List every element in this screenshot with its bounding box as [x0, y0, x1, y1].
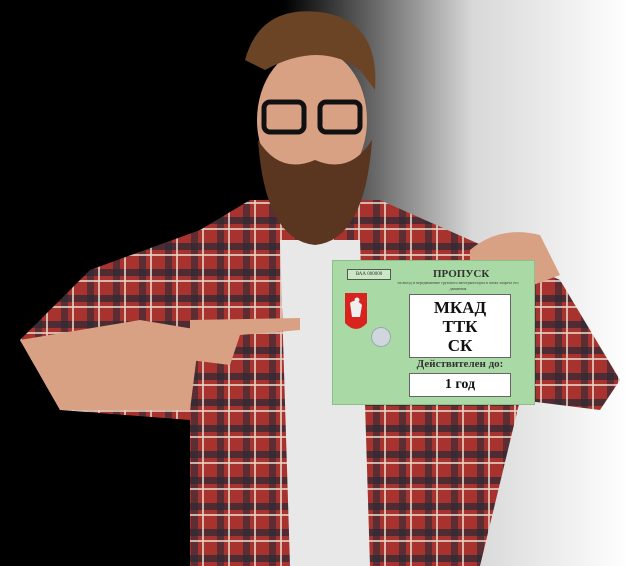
hologram-seal-icon [371, 327, 391, 347]
zone-sk: СК [447, 335, 473, 355]
valid-value: 1 год [409, 373, 511, 397]
zone-mkad: МКАД [433, 297, 487, 317]
zones-box: МКАД ТТК СК [409, 294, 511, 358]
photo-scene: ВАА 000000 ПРОПУСК на въезд и передвижен… [0, 0, 630, 566]
zone-ttk: ТТК [442, 316, 478, 336]
pass-card: ВАА 000000 ПРОПУСК на въезд и передвижен… [332, 260, 535, 405]
serial-number: ВАА 000000 [347, 269, 391, 280]
valid-label: Действителен до: [416, 358, 504, 370]
pass-title: ПРОПУСК [433, 268, 490, 280]
pass-subtitle: на въезд и передвижение грузового автотр… [397, 280, 519, 291]
moscow-coat-of-arms-icon [345, 293, 367, 329]
man-illustration [0, 0, 630, 566]
